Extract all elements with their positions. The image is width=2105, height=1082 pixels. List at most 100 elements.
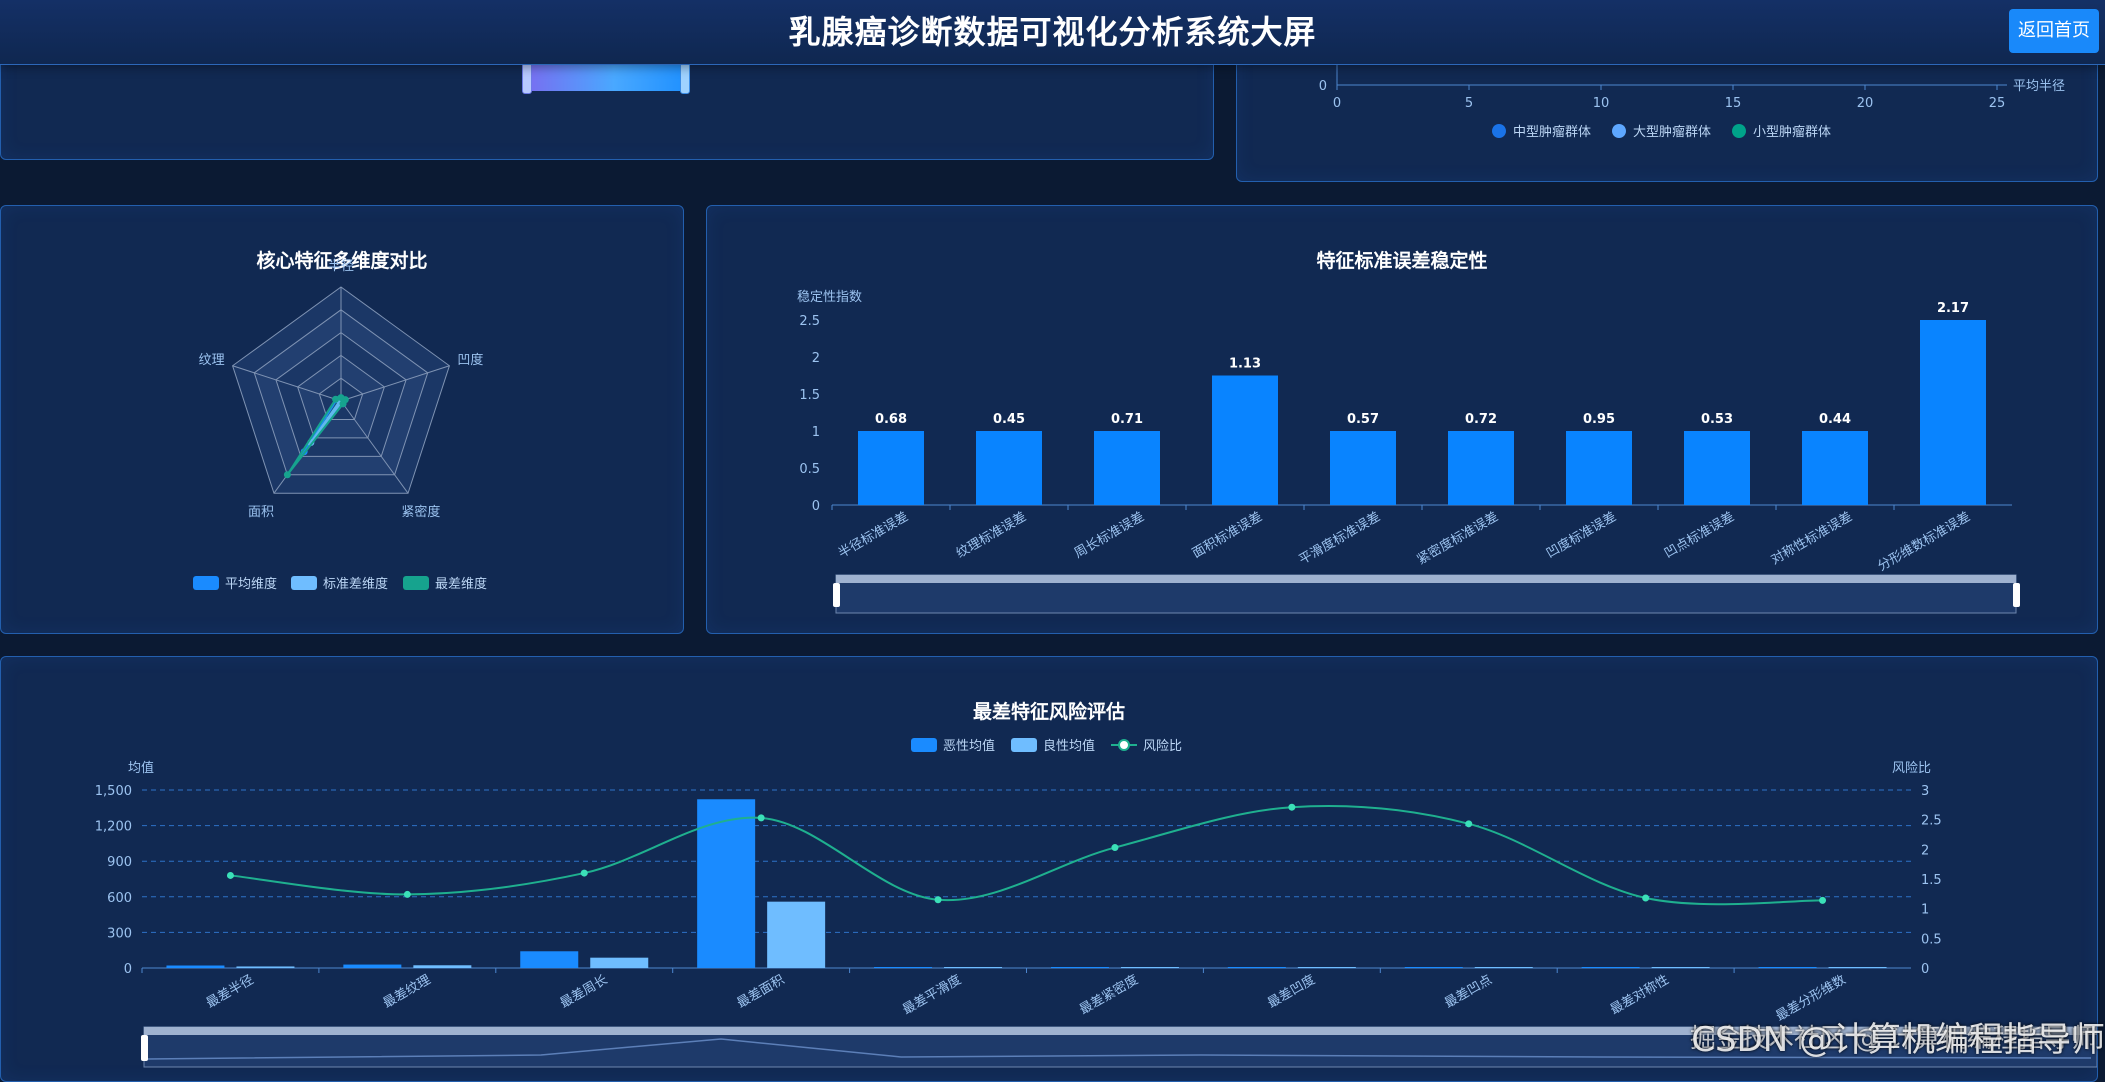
risk-legend-swatch-0 <box>911 738 937 752</box>
risk-bar-0-2 <box>520 951 579 968</box>
right-tick-label: 0 <box>1921 962 1929 977</box>
header-bar: 乳腺癌诊断数据可视化分析系统大屏 返回首页 <box>0 0 2105 65</box>
risk-zoom-handle-left <box>141 1035 148 1061</box>
stability-bar-6 <box>1566 431 1632 505</box>
bar-value-label-4: 0.57 <box>1347 412 1379 427</box>
legend-marker-0 <box>1492 124 1506 138</box>
stability-bar-3 <box>1212 375 1278 505</box>
risk-ratio-point-0 <box>226 871 234 879</box>
y-tick-label: 1.5 <box>799 388 820 403</box>
risk-category-label-8: 最差对称性 <box>1608 972 1672 1017</box>
data-zoom-handle-right <box>2013 583 2020 607</box>
risk-legend-swatch-1 <box>1011 738 1037 752</box>
risk-bar-1-1 <box>413 965 472 968</box>
x-category-label-5: 紧密度标准误差 <box>1414 509 1501 568</box>
risk-category-label-4: 最差平滑度 <box>900 972 964 1018</box>
x-category-label-6: 凹度标准误差 <box>1543 509 1619 562</box>
x-category-label-1: 纹理标准误差 <box>954 509 1029 561</box>
risk-category-label-2: 最差周长 <box>558 972 611 1011</box>
left-tick-label: 0 <box>124 962 132 977</box>
risk-legend-label-0: 恶性均值 <box>943 738 995 754</box>
radar-indicator-label-4: 纹理 <box>199 353 225 368</box>
slider-handle-right[interactable] <box>680 62 690 94</box>
risk-ratio-line <box>230 804 1823 906</box>
radar-legend-label-2: 最差维度 <box>435 576 487 592</box>
risk-ratio-point-1 <box>403 890 411 898</box>
radar-indicator-label-3: 面积 <box>248 505 274 520</box>
x-category-label-2: 周长标准误差 <box>1072 509 1147 561</box>
x-axis-name: 平均半径 <box>2013 79 2065 94</box>
radar-legend-swatch-2 <box>403 576 429 590</box>
risk-category-label-0: 最差半径 <box>204 972 257 1011</box>
bar-value-label-7: 0.53 <box>1701 412 1733 427</box>
radar-point-2-4 <box>332 395 340 403</box>
right-tick-label: 3 <box>1921 784 1929 799</box>
left-tick-label: 900 <box>107 855 132 870</box>
risk-bar-0-8 <box>1581 967 1640 968</box>
risk-bar-1-5 <box>1120 967 1179 968</box>
y-tick-label: 1 <box>812 425 820 440</box>
y-tick-label: 2 <box>812 351 820 366</box>
risk-bar-0-5 <box>1050 967 1109 968</box>
risk-category-label-6: 最差凹度 <box>1265 972 1318 1012</box>
risk-bar-1-0 <box>236 966 295 968</box>
risk-legend-marker <box>1118 739 1130 751</box>
left-axis-name: 均值 <box>128 760 154 776</box>
stability-bar-1 <box>976 431 1042 505</box>
risk-ratio-point-4 <box>934 896 942 904</box>
risk-bar-0-7 <box>1404 967 1463 968</box>
csdn-watermark: CSDN @计算机编程指导师 <box>1691 1020 2105 1060</box>
risk-bar-0-9 <box>1758 967 1817 968</box>
stability-bar-7 <box>1684 431 1750 505</box>
risk-bar-1-2 <box>590 957 649 968</box>
legend-label-0: 中型肿瘤群体 <box>1513 124 1591 140</box>
x-tick-label: 0 <box>1333 96 1341 111</box>
right-tick-label: 1.5 <box>1921 873 1942 888</box>
x-tick-label: 20 <box>1857 96 1874 111</box>
risk-bar-0-1 <box>343 964 402 968</box>
risk-legend-label-1: 良性均值 <box>1043 738 1095 754</box>
data-zoom-selection <box>836 575 2016 583</box>
stability-bar-5 <box>1448 431 1514 505</box>
risk-ratio-point-6 <box>1288 803 1296 811</box>
bar-value-label-1: 0.45 <box>993 412 1025 427</box>
stability-bar-chart: 稳定性指数 0 0.5 1 1.5 2 2.5 0.68 半径标准误差 0.45 纹理标准误差 0.7… <box>797 289 2020 614</box>
x-tick-label: 15 <box>1725 96 1742 111</box>
x-tick-label: 25 <box>1989 96 2006 111</box>
legend-label-2: 小型肿瘤群体 <box>1753 124 1831 140</box>
y-tick-label: 0.5 <box>799 462 820 477</box>
risk-bar-1-4 <box>944 967 1003 968</box>
stability-bar-8 <box>1802 431 1868 505</box>
risk-ratio-point-7 <box>1465 820 1473 828</box>
y-tick-label: 0 <box>1319 79 1327 94</box>
x-category-label-3: 面积标准误差 <box>1190 509 1265 561</box>
bar-value-label-9: 2.17 <box>1937 301 1969 316</box>
right-axis-name: 风险比 <box>1892 761 1931 776</box>
risk-ratio-point-5 <box>1111 844 1119 852</box>
right-tick-label: 1 <box>1921 903 1929 918</box>
risk-bar-1-6 <box>1297 967 1356 968</box>
data-zoom-handle-left <box>833 583 840 607</box>
page-title: 乳腺癌诊断数据可视化分析系统大屏 <box>788 13 1317 51</box>
radar-chart: 半径凹度紧密度 面积 纹理平均维度 标准差维度 最差维度 <box>193 259 487 592</box>
x-category-label-0: 半径标准误差 <box>836 509 911 561</box>
risk-bar-0-6 <box>1227 967 1286 968</box>
bar-value-label-2: 0.71 <box>1111 412 1143 427</box>
stability-bar-2 <box>1094 431 1160 505</box>
x-tick-label: 5 <box>1465 96 1473 111</box>
radar-point-2-2 <box>339 400 347 408</box>
radar-legend-swatch-0 <box>193 576 219 590</box>
back-home-button[interactable]: 返回首页 <box>2009 9 2099 53</box>
right-tick-label: 2 <box>1921 843 1929 858</box>
radar-legend-label-1: 标准差维度 <box>323 576 388 592</box>
right-tick-label: 0.5 <box>1921 932 1942 947</box>
risk-bar-0-4 <box>874 967 933 968</box>
stability-bar-4 <box>1330 431 1396 505</box>
x-category-label-4: 平滑度标准误差 <box>1296 509 1383 568</box>
risk-legend-label-2: 风险比 <box>1143 739 1182 754</box>
right-tick-label: 2.5 <box>1921 814 1942 829</box>
slider-handle-left[interactable] <box>522 62 532 94</box>
zoom-slider[interactable] <box>522 62 690 94</box>
x-category-label-7: 凹点标准误差 <box>1662 509 1737 561</box>
risk-category-label-1: 最差纹理 <box>381 972 434 1011</box>
